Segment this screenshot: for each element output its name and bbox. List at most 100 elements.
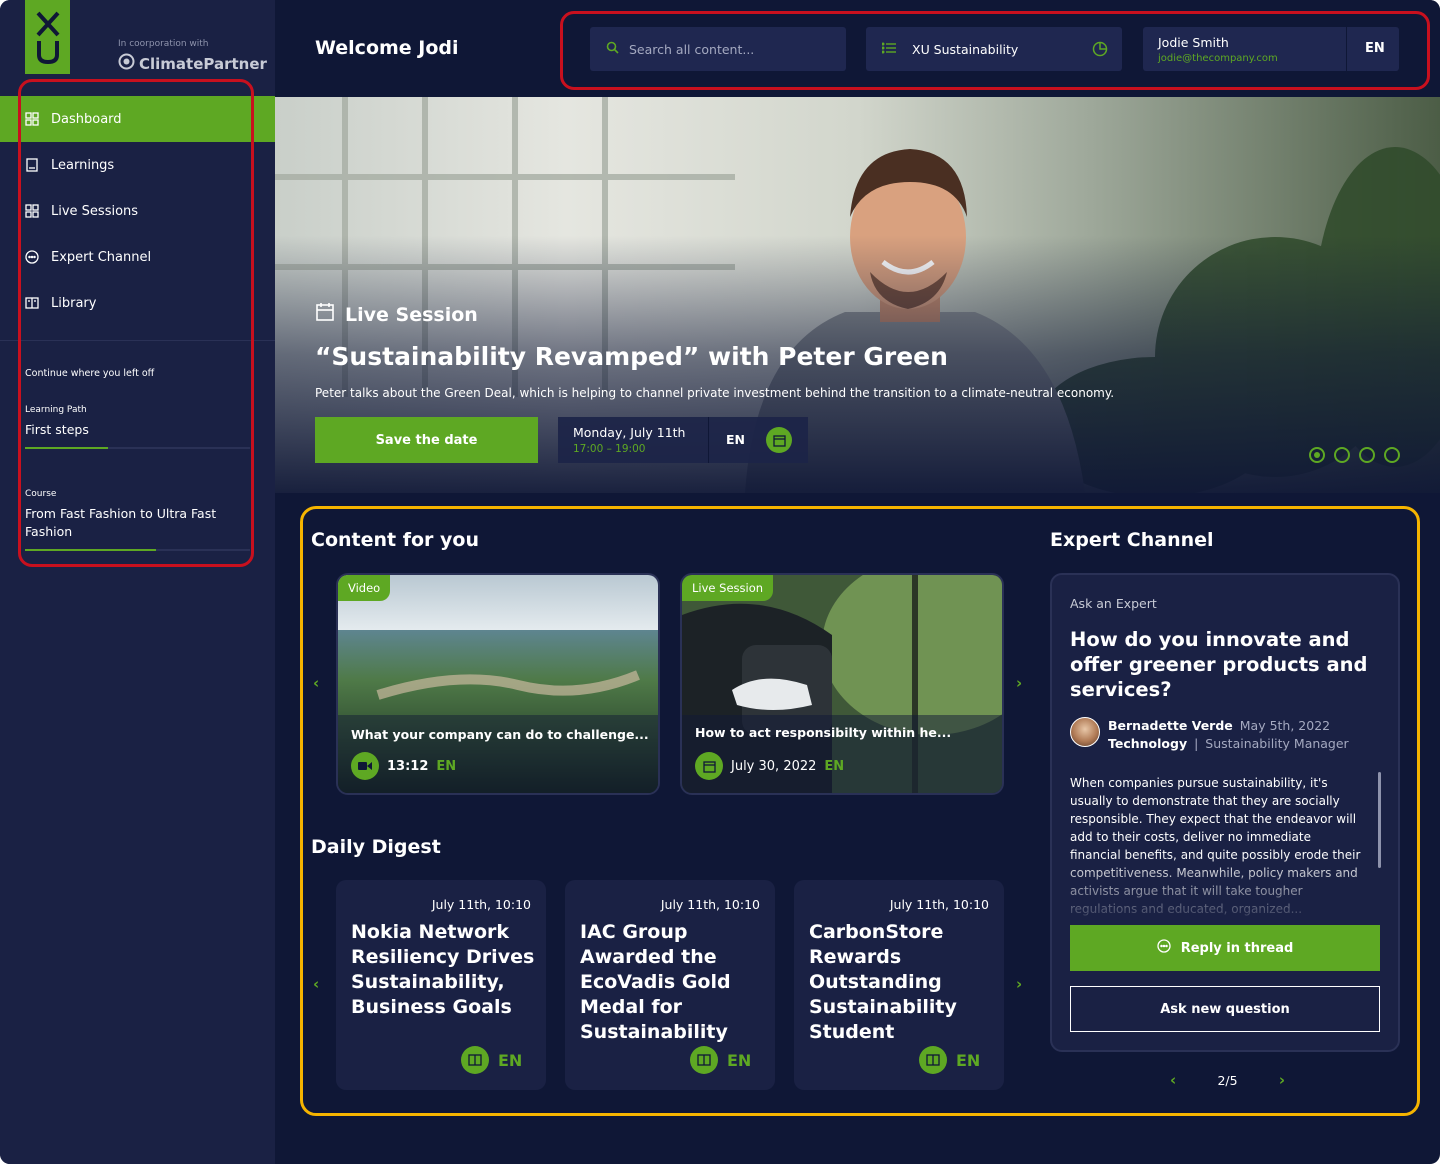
expert-post-body: When companies pursue sustainability, it… [1070,776,1361,916]
climatepartner-logo-icon [118,53,135,74]
list-icon [881,42,896,57]
xu-logo[interactable] [25,0,70,74]
grid-icon [25,112,39,126]
sidebar-item-learnings[interactable]: Learnings [0,142,275,188]
session-language: EN [726,432,746,447]
ask-expert-label: Ask an Expert [1070,596,1157,611]
chevron-left-icon[interactable]: ‹ [313,674,319,692]
digest-date: July 11th, 10:10 [660,897,760,912]
session-date-box: Monday, July 11th 17:00 – 19:00 EN [558,417,808,463]
pager-count: 2/5 [1217,1072,1238,1088]
sidebar-item-label: Expert Channel [51,249,152,265]
progress-bar [25,549,156,551]
content-card[interactable]: Live Session How to act responsibilty wi… [680,573,1004,795]
sidebar-item-live-sessions[interactable]: Live Sessions [0,188,275,234]
pie-chart-icon [1092,41,1108,60]
avatar [1070,717,1100,747]
save-the-date-button[interactable]: Save the date [315,417,538,463]
book-icon [25,158,39,172]
chevron-right-icon[interactable]: › [1016,674,1022,692]
meta-separator: | [1194,736,1199,751]
chevron-right-icon[interactable]: › [1016,975,1022,993]
calendar-icon [315,302,335,327]
digest-date: July 11th, 10:10 [889,897,989,912]
user-divider [1346,27,1347,71]
daily-digest-title: Daily Digest [311,836,441,858]
session-date: July 30, 2022 [731,758,817,774]
sidebar-nav: Dashboard Learnings Live Sessions Expert… [0,96,275,326]
expert-channel-title: Expert Channel [1050,529,1214,551]
hero-carousel-dots [1309,447,1400,463]
workspace-label: XU Sustainability [912,41,1019,57]
open-book-icon [461,1046,489,1074]
partner-badge: In coorporation with ClimatePartner [118,39,267,74]
content-card[interactable]: Video What your company can do to challe… [336,573,660,795]
ask-new-question-button[interactable]: Ask new question [1070,986,1380,1032]
digest-footer: EN [461,1046,522,1074]
hero-description: Peter talks about the Green Deal, which … [315,386,1115,400]
search-placeholder: Search all content... [629,41,755,57]
chat-icon [25,250,39,264]
open-book-icon [25,296,39,310]
scrollbar[interactable] [1378,772,1381,868]
chevron-left-icon[interactable]: ‹ [1170,1071,1176,1089]
video-duration: 13:12 [387,758,429,774]
date-divider [708,417,709,463]
sidebar-item-label: Library [51,295,97,311]
digest-language: EN [727,1050,752,1070]
digest-card[interactable]: July 11th, 10:10 IAC Group Awarded the E… [565,880,775,1090]
user-menu[interactable]: Jodie Smith jodie@thecompany.com EN [1143,27,1399,71]
continue-title: Continue where you left off [25,368,155,379]
author-department: Technology [1108,736,1188,751]
chat-icon [1157,939,1171,957]
progress-track [25,447,250,449]
sidebar-item-label: Live Sessions [51,203,139,219]
search-icon [606,41,619,57]
digest-footer: EN [690,1046,751,1074]
video-icon [351,752,379,780]
language-selector[interactable]: EN [1365,41,1385,56]
open-book-icon [690,1046,718,1074]
reply-button-label: Reply in thread [1180,940,1294,956]
sidebar-item-expert-channel[interactable]: Expert Channel [0,234,275,280]
hero-banner: Live Session “Sustainability Revamped” w… [275,97,1440,493]
digest-card[interactable]: July 11th, 10:10 Nokia Network Resilienc… [336,880,546,1090]
sidebar-item-dashboard[interactable]: Dashboard [0,96,275,142]
app-window: In coorporation with ClimatePartner Dash… [0,0,1440,1164]
content-card-title: What your company can do to challenge... [351,727,649,742]
page-title: Welcome Jodi [315,37,459,59]
chevron-right-icon[interactable]: › [1279,1071,1285,1089]
digest-date: July 11th, 10:10 [431,897,531,912]
expert-question[interactable]: How do you innovate and offer greener pr… [1070,627,1370,702]
digest-language: EN [498,1050,523,1070]
progress-bar [25,447,109,449]
reply-in-thread-button[interactable]: Reply in thread [1070,925,1380,971]
session-date: Monday, July 11th [573,425,686,440]
sidebar-item-library[interactable]: Library [0,280,275,326]
digest-card[interactable]: July 11th, 10:10 CarbonStore Rewards Out… [794,880,1004,1090]
content-card-title: How to act responsibilty within he... [695,725,952,740]
continue-item-learning-path[interactable]: Learning Path First steps [25,405,250,449]
carousel-dot[interactable] [1359,447,1375,463]
continue-item-course[interactable]: Course From Fast Fashion to Ultra Fast F… [25,489,250,551]
carousel-dot[interactable] [1309,447,1325,463]
hero-label: Live Session [315,302,478,327]
carousel-dot[interactable] [1334,447,1350,463]
digest-footer: EN [919,1046,980,1074]
carousel-dot[interactable] [1384,447,1400,463]
sidebar-item-label: Dashboard [51,111,122,127]
digest-title: Nokia Network Resiliency Drives Sustaina… [351,921,535,1018]
hero-title: “Sustainability Revamped” with Peter Gre… [315,342,948,371]
workspace-selector[interactable]: XU Sustainability [866,27,1122,71]
continue-item-name: From Fast Fashion to Ultra Fast Fashion [25,506,217,539]
grid-icon [25,204,39,218]
post-date: May 5th, 2022 [1239,718,1331,733]
chevron-left-icon[interactable]: ‹ [313,975,319,993]
search-input[interactable]: Search all content... [590,27,846,71]
user-name: Jodie Smith [1158,35,1229,50]
partner-name: ClimatePartner [139,54,267,73]
sidebar: In coorporation with ClimatePartner Dash… [0,0,275,1164]
content-for-you-title: Content for you [311,529,479,551]
add-to-calendar-icon[interactable] [766,427,792,453]
digest-title: IAC Group Awarded the EcoVadis Gold Meda… [580,921,731,1043]
